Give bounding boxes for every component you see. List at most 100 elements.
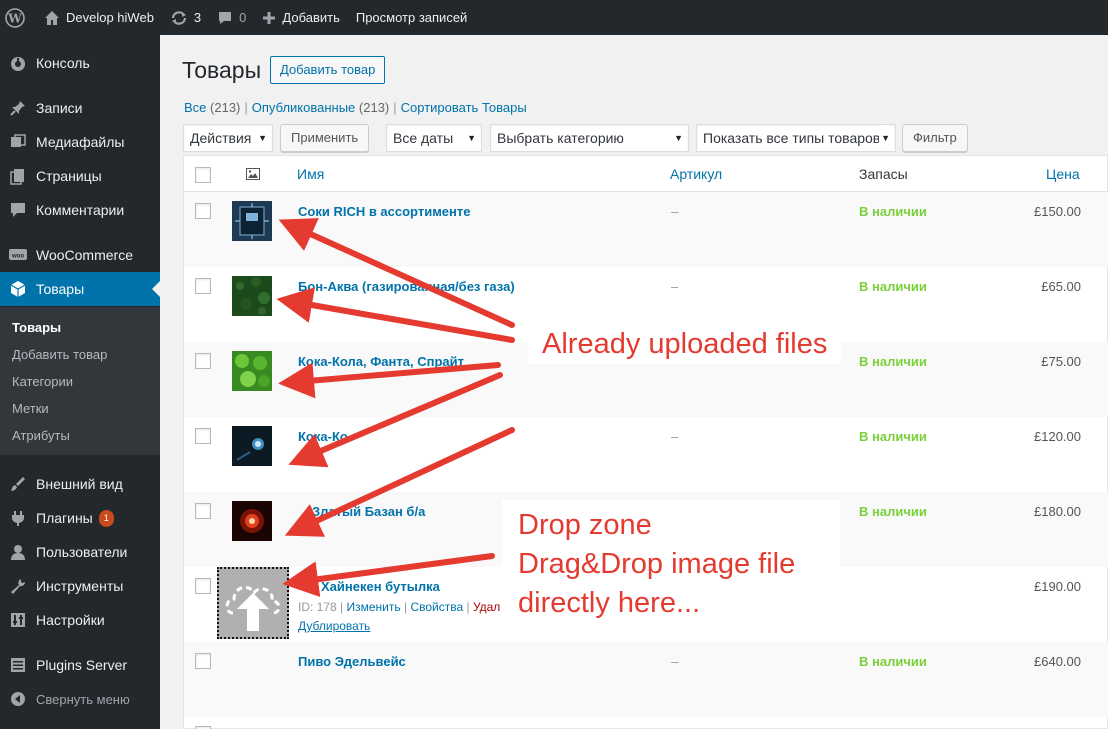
product-thumbnail[interactable] (232, 351, 272, 391)
filter-button[interactable]: Фильтр (902, 124, 968, 152)
view-published-link[interactable]: Опубликованные (213) (252, 100, 389, 115)
menu-plugins-server[interactable]: Plugins Server (0, 648, 160, 682)
table-row (184, 717, 1108, 729)
row-checkbox[interactable] (195, 353, 211, 369)
date-filter-value: Все даты (393, 130, 454, 146)
product-type-select[interactable]: Показать все типы товаров ▼ (696, 124, 896, 152)
column-sku[interactable]: Артикул (670, 166, 722, 182)
row-checkbox[interactable] (195, 503, 211, 519)
site-name-link[interactable]: Develop hiWeb (36, 0, 162, 35)
product-name-link[interactable]: Кока-Ко (298, 429, 348, 444)
row-checkbox[interactable] (195, 203, 211, 219)
cube-icon (0, 280, 36, 298)
bulk-actions-select[interactable]: Действия ▼ (183, 124, 273, 152)
row-checkbox[interactable] (195, 278, 211, 294)
menu-label: Страницы (36, 168, 102, 184)
product-thumbnail[interactable] (232, 201, 272, 241)
menu-woocommerce[interactable]: woo WooCommerce (0, 238, 160, 272)
stock-status: В наличии (859, 504, 927, 519)
menu-settings[interactable]: Настройки (0, 603, 160, 637)
properties-link[interactable]: Свойства (410, 600, 463, 614)
upload-cloud-icon (225, 585, 281, 631)
apply-button[interactable]: Применить (280, 124, 370, 152)
site-name: Develop hiWeb (66, 10, 154, 25)
admin-sidebar: Консоль Записи Медиафайлы Страницы Комме… (0, 35, 160, 729)
submenu-add-product[interactable]: Добавить товар (12, 347, 107, 362)
product-price: £75.00 (1041, 354, 1081, 369)
stock-status: В наличии (859, 354, 927, 369)
product-thumbnail[interactable] (232, 276, 272, 316)
sort-products-link[interactable]: Сортировать Товары (401, 100, 527, 115)
column-name[interactable]: Имя (297, 166, 324, 182)
menu-posts[interactable]: Записи (0, 91, 160, 125)
image-drop-zone[interactable] (217, 567, 289, 639)
table-row: Кока-Ко – В наличии £120.00 (184, 417, 1108, 492)
menu-dashboard[interactable]: Консоль (0, 46, 160, 80)
collapse-icon (0, 690, 36, 708)
menu-products[interactable]: Товары (0, 272, 160, 306)
row-checkbox[interactable] (195, 578, 211, 594)
pages-icon (0, 167, 36, 185)
menu-label: Комментарии (36, 202, 125, 218)
menu-label: Инструменты (36, 578, 124, 594)
menu-appearance[interactable]: Внешний вид (0, 467, 160, 501)
product-name-link[interactable]: Златый Базан б/а (312, 504, 425, 519)
category-filter-value: Выбрать категорию (497, 130, 624, 146)
edit-link[interactable]: Изменить (347, 600, 401, 614)
select-all-checkbox[interactable] (195, 167, 211, 183)
menu-label: Медиафайлы (36, 134, 125, 150)
table-row: Соки RICH в ассортименте – В наличии £15… (184, 192, 1108, 267)
duplicate-link[interactable]: Дублировать (298, 619, 370, 633)
menu-collapse[interactable]: Свернуть меню (0, 682, 160, 716)
products-submenu: Товары Добавить товар Категории Метки Ат… (0, 307, 160, 455)
product-sku: – (671, 654, 679, 669)
product-name-link[interactable]: Бон-Аква (газированная/без газа) (298, 279, 515, 294)
column-stock: Запасы (859, 166, 908, 182)
product-sku: – (671, 279, 679, 294)
menu-users[interactable]: Пользователи (0, 535, 160, 569)
product-name-link[interactable]: Соки RICH в ассортименте (298, 204, 471, 219)
product-name-link[interactable]: Хайнекен бутылка (321, 579, 440, 594)
drop-zone-callout: Drop zone Drag&Drop image file directly … (502, 500, 840, 629)
product-price: £120.00 (1034, 429, 1081, 444)
menu-label: Товары (36, 281, 85, 297)
view-all-link[interactable]: Все (213) (184, 100, 240, 115)
submenu-tags[interactable]: Метки (12, 401, 49, 416)
menu-tools[interactable]: Инструменты (0, 569, 160, 603)
plus-icon (263, 11, 276, 24)
trash-link[interactable]: Удал (473, 600, 500, 614)
product-name-link[interactable]: Пиво Эдельвейс (298, 654, 406, 669)
drop-zone-line-3: directly here... (518, 587, 701, 619)
updates-link[interactable]: 3 (162, 0, 209, 35)
category-filter-select[interactable]: Выбрать категорию ▼ (490, 124, 689, 152)
row-checkbox[interactable] (195, 653, 211, 669)
product-name-link[interactable]: Кока-Кола, Фанта, Спрайт (298, 354, 464, 369)
submenu-products[interactable]: Товары (12, 320, 61, 335)
bulk-actions-value: Действия (190, 130, 252, 146)
column-price[interactable]: Цена (1046, 166, 1080, 182)
date-filter-select[interactable]: Все даты ▼ (386, 124, 482, 152)
row-actions: ID: 178 | Изменить | Свойства | Удал (298, 600, 501, 614)
menu-plugins[interactable]: Плагины 1 (0, 501, 160, 535)
comments-link[interactable]: 0 (209, 0, 254, 35)
product-thumbnail[interactable] (232, 426, 272, 466)
product-thumbnail[interactable] (232, 501, 272, 541)
menu-media[interactable]: Медиафайлы (0, 125, 160, 159)
menu-pages[interactable]: Страницы (0, 159, 160, 193)
submenu-attributes[interactable]: Атрибуты (12, 428, 70, 443)
add-new-link[interactable]: Добавить (254, 0, 347, 35)
updates-count: 3 (193, 10, 202, 25)
chevron-down-icon: ▼ (879, 125, 890, 151)
menu-label: Свернуть меню (36, 691, 130, 707)
product-price: £65.00 (1041, 279, 1081, 294)
row-checkbox[interactable] (195, 428, 211, 444)
submenu-categories[interactable]: Категории (12, 374, 73, 389)
add-product-button[interactable]: Добавить товар (270, 56, 386, 84)
brush-icon (0, 475, 36, 493)
view-posts-link[interactable]: Просмотр записей (348, 0, 475, 35)
pin-icon (0, 99, 36, 117)
menu-comments[interactable]: Комментарии (0, 193, 160, 227)
wordpress-logo-icon[interactable]: W (0, 0, 36, 35)
product-sku: – (671, 204, 679, 219)
chevron-down-icon: ▼ (258, 133, 267, 143)
